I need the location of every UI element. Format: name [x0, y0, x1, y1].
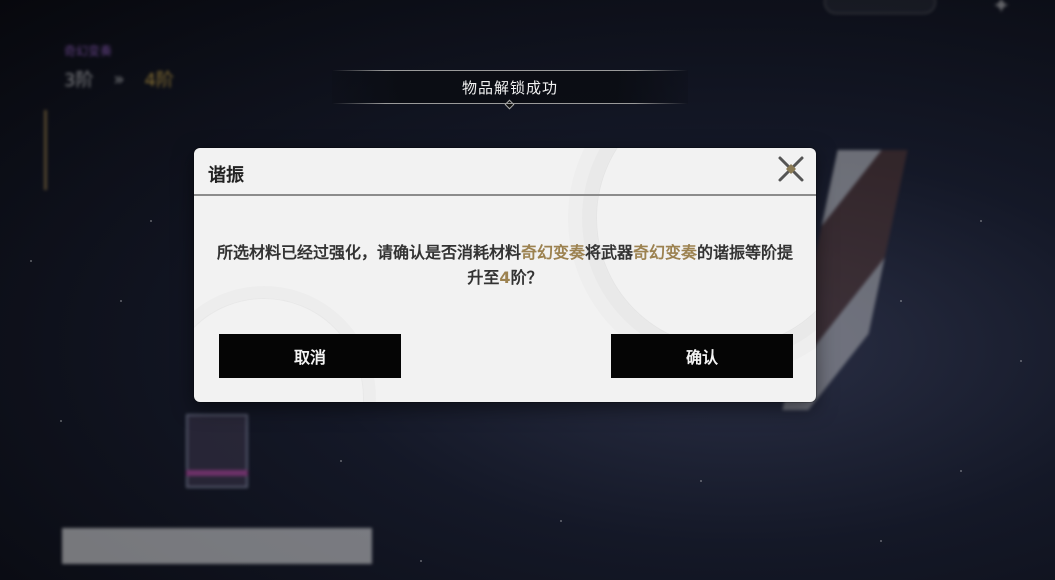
- dialog-header: 谐振: [194, 148, 816, 196]
- weapon-name: 奇幻变奏: [64, 44, 113, 58]
- material-slot: [186, 414, 248, 488]
- material-name: 奇幻变奏: [520, 243, 585, 262]
- resonance-dialog: 谐振 所选材料已经过强化，请确认是否消耗材料奇幻变奏将武器奇幻变奏的谐振等阶提升…: [194, 148, 816, 402]
- rarity-bar: [186, 470, 248, 476]
- level-change: 3阶 » 4阶: [64, 66, 174, 92]
- cancel-button[interactable]: 取消: [219, 334, 401, 378]
- dialog-title: 谐振: [208, 165, 244, 186]
- message-text: 阶？: [510, 268, 543, 287]
- close-x-icon: [778, 156, 804, 182]
- weapon-name-highlight: 奇幻变奏: [633, 243, 698, 262]
- message-text: 所选材料已经过强化，请确认是否消耗材料: [216, 243, 521, 262]
- dialog-message: 所选材料已经过强化，请确认是否消耗材料奇幻变奏将武器奇幻变奏的谐振等阶提升至4阶…: [214, 240, 796, 290]
- arrow-icon: »: [113, 68, 125, 90]
- divider: [44, 110, 47, 190]
- star-icon: ✦: [992, 0, 1011, 19]
- target-level: 4: [499, 268, 511, 287]
- currency-pill: [824, 0, 936, 14]
- close-button[interactable]: [776, 154, 806, 184]
- message-text: 将武器: [584, 243, 633, 262]
- level-from: 3阶: [64, 70, 94, 91]
- unlock-toast: 物品解锁成功: [332, 70, 688, 110]
- toast-text: 物品解锁成功: [461, 78, 558, 97]
- background-button: [62, 528, 372, 564]
- confirm-button[interactable]: 确认: [611, 334, 793, 378]
- level-to: 4阶: [144, 70, 174, 91]
